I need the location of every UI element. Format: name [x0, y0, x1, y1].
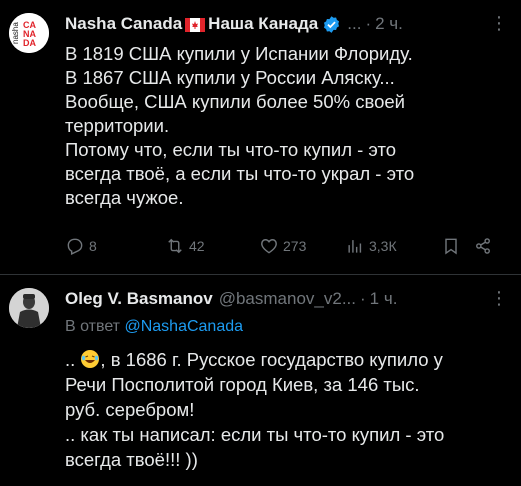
tweet-line: всегда твоё, а если ты что-то украл - эт…	[65, 163, 415, 184]
view-count: 3,3К	[369, 238, 397, 254]
reply-button[interactable]: 8	[65, 236, 97, 256]
svg-text:DA: DA	[23, 38, 36, 48]
tweet-line: В 1819 США купили у Испании Флориду.	[65, 43, 413, 64]
share-icon	[476, 238, 490, 254]
like-count: 273	[283, 238, 307, 254]
reply-icon	[67, 238, 83, 256]
reply-count: 8	[89, 238, 97, 254]
tweet-header: Nasha Canada Наша Канада ... · 2 ч. ⋮	[65, 13, 509, 35]
oleg-basmanov-avatar[interactable]	[9, 288, 49, 328]
verified-badge-icon	[322, 15, 341, 34]
retweet-button[interactable]: 42	[165, 236, 205, 256]
heart-icon	[261, 239, 277, 254]
tweet-time[interactable]: 2 ч.	[375, 14, 403, 34]
tweet-line: В 1867 США купили у России Аляску...	[65, 67, 395, 88]
author-name-suffix[interactable]: Наша Канада	[208, 14, 318, 34]
tweet-text: В 1819 США купили у Испании Флориду. В 1…	[65, 42, 505, 210]
share-button[interactable]	[473, 236, 493, 256]
tweet-line: Потому что, если ты что-то купил - это	[65, 139, 397, 160]
reply-context: В ответ @NashaCanada	[65, 318, 243, 336]
tweet-line: .. как ты написал: если ты что-то купил …	[65, 424, 445, 445]
like-button[interactable]: 273	[259, 236, 306, 256]
bookmark-icon	[445, 238, 457, 255]
tweet-line: всегда твоё!!! ))	[65, 449, 198, 470]
views-icon	[348, 240, 362, 253]
svg-text:nasha: nasha	[11, 22, 20, 44]
tweet-line: .. , в 1686 г. Русское государство купил…	[65, 347, 510, 372]
reply-label: В ответ	[65, 318, 121, 335]
tweet-line: Вообще, США купили более 50% своей	[65, 91, 406, 112]
tweet-oleg-basmanov[interactable]: Oleg V. Basmanov @basmanov_v2... · 1 ч. …	[0, 275, 521, 486]
nasha-canada-avatar[interactable]: nasha CA NA DA	[9, 13, 49, 53]
author-handle[interactable]: @basmanov_v2...	[219, 289, 356, 309]
retweet-icon	[168, 238, 182, 254]
author-name[interactable]: Nasha Canada	[65, 14, 182, 34]
more-options-icon[interactable]: ⋮	[490, 13, 509, 34]
separator-dot: ·	[365, 14, 372, 33]
canada-flag-icon	[185, 17, 206, 32]
line-text: , в 1686 г. Русское государство купило у	[100, 349, 443, 370]
tweet-line: всегда чужое.	[65, 187, 184, 208]
tweet-actions: 8 42 273 3,3К	[65, 236, 505, 266]
separator-dot: ·	[360, 289, 366, 308]
reply-to-handle-link[interactable]: @NashaCanada	[124, 318, 243, 335]
line-prefix: ..	[65, 349, 76, 370]
retweet-count: 42	[189, 238, 205, 254]
laughing-emoji-icon	[80, 349, 100, 369]
tweet-line: руб. серебром!	[65, 399, 195, 420]
views-button[interactable]: 3,3К	[345, 236, 397, 256]
tweet-header: Oleg V. Basmanov @basmanov_v2... · 1 ч. …	[65, 288, 509, 310]
author-handle[interactable]: ...	[347, 14, 361, 34]
author-name[interactable]: Oleg V. Basmanov	[65, 289, 213, 309]
tweet-time[interactable]: 1 ч.	[370, 289, 398, 309]
more-options-icon[interactable]: ⋮	[490, 288, 509, 309]
tweet-line: территории.	[65, 115, 170, 136]
tweet-nasha-canada[interactable]: nasha CA NA DA Nasha Canada Наша Канада …	[0, 0, 521, 275]
bookmark-button[interactable]	[441, 236, 461, 256]
tweet-text: .. , в 1686 г. Русское государство купил…	[65, 347, 510, 472]
tweet-line: Речи Посполитой город Киев, за 146 тыс.	[65, 374, 420, 395]
